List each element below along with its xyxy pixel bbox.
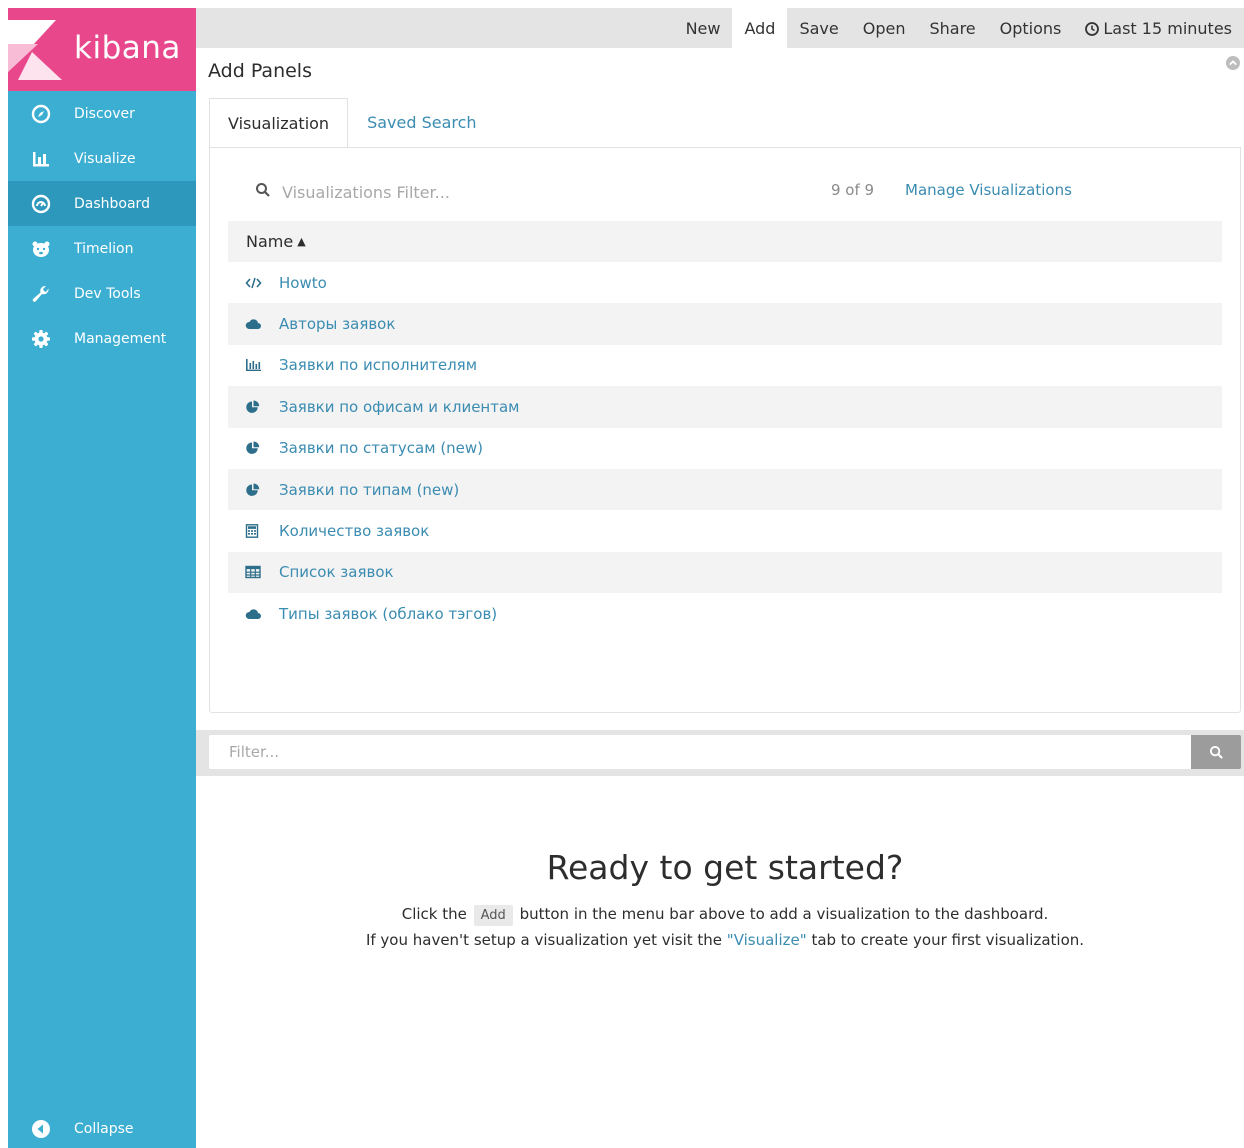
- sort-ascending-icon: ▲: [297, 235, 306, 248]
- table-row[interactable]: Количество заявок: [228, 510, 1222, 551]
- manage-visualizations-link[interactable]: Manage Visualizations: [905, 181, 1072, 199]
- row-label[interactable]: Заявки по статусам (new): [279, 439, 483, 457]
- bar-chart-icon: [8, 149, 74, 169]
- table-row[interactable]: Заявки по типам (new): [228, 468, 1222, 511]
- add-button[interactable]: Add: [732, 8, 788, 48]
- sidebar-item-label: Dashboard: [74, 195, 150, 212]
- empty-state-text: tab to create your first visualization.: [811, 931, 1085, 949]
- row-label[interactable]: Howto: [279, 274, 327, 292]
- sidebar-item-label: Timelion: [74, 240, 134, 257]
- brand-name: kibana: [74, 30, 181, 66]
- tab-visualization[interactable]: Visualization: [209, 98, 349, 148]
- timelion-bear-icon: [8, 239, 74, 259]
- share-button[interactable]: Share: [917, 8, 987, 48]
- row-label[interactable]: Количество заявок: [279, 522, 429, 540]
- code-icon: [245, 276, 279, 290]
- row-label[interactable]: Заявки по исполнителям: [279, 356, 477, 374]
- calculator-icon: [245, 524, 279, 538]
- sidebar: kibana Discover Visualize Dashboard Time…: [8, 8, 196, 1148]
- visualization-search-row: 9 of 9 Manage Visualizations: [255, 179, 1195, 205]
- page-title: Add Panels: [208, 60, 312, 82]
- empty-state-line-2: If you haven't setup a visualization yet…: [200, 931, 1244, 949]
- sidebar-item-timelion[interactable]: Timelion: [8, 226, 196, 271]
- gear-icon: [8, 329, 74, 349]
- top-menu-bar: New Add Save Open Share Options Last 15 …: [196, 8, 1244, 48]
- row-label[interactable]: Типы заявок (облако тэгов): [279, 605, 497, 623]
- chevron-left-circle-icon: [8, 1119, 74, 1139]
- sidebar-item-discover[interactable]: Discover: [8, 91, 196, 136]
- table-row[interactable]: Заявки по исполнителям: [228, 345, 1222, 386]
- options-button[interactable]: Options: [988, 8, 1074, 48]
- table-row[interactable]: Авторы заявок: [228, 303, 1222, 345]
- kibana-logo-icon: [8, 20, 62, 80]
- pie-chart-icon: [245, 483, 279, 497]
- tab-saved-search[interactable]: Saved Search: [348, 98, 495, 148]
- row-label[interactable]: Список заявок: [279, 563, 394, 581]
- row-label[interactable]: Заявки по типам (new): [279, 481, 459, 499]
- name-column-header[interactable]: Name ▲: [228, 221, 1222, 262]
- add-panels-tabs: Visualization Saved Search: [209, 98, 496, 148]
- search-icon: [1209, 745, 1223, 759]
- sidebar-item-label: Visualize: [74, 150, 136, 167]
- empty-state-text: button in the menu bar above to add a vi…: [519, 905, 1049, 923]
- visualizations-filter-input[interactable]: [282, 179, 802, 205]
- pie-chart-icon: [245, 400, 279, 414]
- sidebar-item-management[interactable]: Management: [8, 316, 196, 361]
- sidebar-item-visualize[interactable]: Visualize: [8, 136, 196, 181]
- table-row[interactable]: Типы заявок (облако тэгов): [228, 593, 1222, 634]
- collapse-label: Collapse: [74, 1121, 134, 1137]
- table-row[interactable]: Заявки по офисам и клиентам: [228, 386, 1222, 428]
- sidebar-item-dev-tools[interactable]: Dev Tools: [8, 271, 196, 316]
- column-header-label: Name: [246, 232, 294, 251]
- clock-icon: [1085, 22, 1100, 36]
- filter-bar: [196, 730, 1244, 776]
- compass-icon: [8, 104, 74, 124]
- cloud-icon: [245, 607, 279, 621]
- table-row[interactable]: Список заявок: [228, 551, 1222, 594]
- sidebar-item-label: Dev Tools: [74, 285, 141, 302]
- time-picker-button[interactable]: Last 15 minutes: [1073, 8, 1244, 48]
- sidebar-item-label: Management: [74, 330, 167, 347]
- wrench-icon: [8, 284, 74, 304]
- close-panel-icon[interactable]: [1226, 56, 1240, 70]
- top-menu: New Add Save Open Share Options Last 15 …: [674, 8, 1244, 48]
- pie-chart-icon: [245, 441, 279, 455]
- time-picker-label: Last 15 minutes: [1103, 19, 1232, 38]
- dashboard-gauge-icon: [8, 194, 74, 214]
- new-button[interactable]: New: [674, 8, 733, 48]
- collapse-button[interactable]: Collapse: [8, 1110, 196, 1148]
- table-row[interactable]: Howto: [228, 262, 1222, 303]
- open-button[interactable]: Open: [851, 8, 918, 48]
- filter-search-button[interactable]: [1191, 735, 1241, 769]
- empty-state-title: Ready to get started?: [546, 848, 904, 887]
- results-count: 9 of 9: [831, 181, 875, 199]
- save-button[interactable]: Save: [787, 8, 850, 48]
- visualize-link[interactable]: "Visualize": [727, 931, 807, 949]
- bar-chart-icon: [245, 358, 279, 372]
- brand[interactable]: kibana: [8, 8, 196, 91]
- add-key-hint: Add: [473, 905, 513, 926]
- row-label[interactable]: Заявки по офисам и клиентам: [279, 398, 519, 416]
- sidebar-item-dashboard[interactable]: Dashboard: [8, 181, 196, 226]
- row-label[interactable]: Авторы заявок: [279, 315, 395, 333]
- cloud-icon: [245, 317, 279, 331]
- table-row[interactable]: Заявки по статусам (new): [228, 428, 1222, 469]
- sidebar-item-label: Discover: [74, 105, 135, 122]
- empty-state-text: If you haven't setup a visualization yet…: [365, 931, 723, 949]
- empty-state-text: Click the: [401, 905, 467, 923]
- table-icon: [245, 565, 279, 579]
- search-icon: [256, 183, 270, 197]
- visualizations-table: Name ▲ Howto Авторы заявок Заявки по исп…: [228, 221, 1222, 635]
- empty-state-line-1: Click the Add button in the menu bar abo…: [200, 905, 1244, 926]
- filter-input[interactable]: [209, 735, 1191, 769]
